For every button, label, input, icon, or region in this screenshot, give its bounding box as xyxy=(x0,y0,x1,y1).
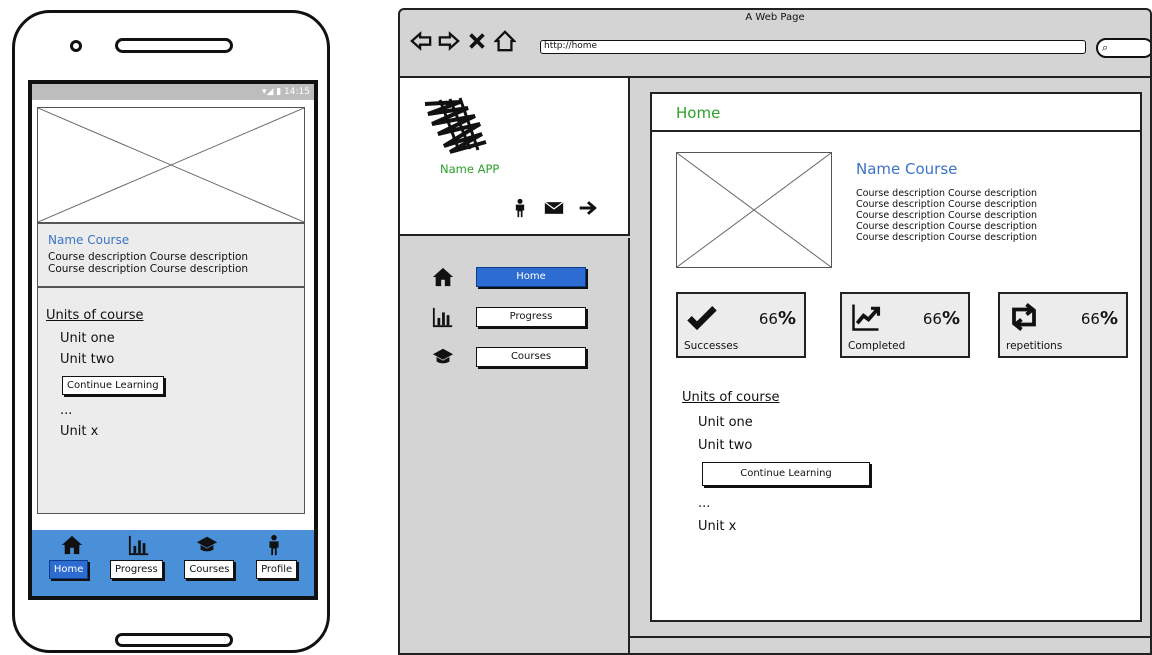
course-title[interactable]: Name Course xyxy=(48,233,294,247)
sidebar-item-progress[interactable]: Progress xyxy=(430,306,586,328)
course-description-line: Course description Course description xyxy=(856,188,1038,199)
continue-learning-button[interactable]: Continue Learning xyxy=(62,376,164,395)
status-bar: ▾◢ ▮ 14:15 xyxy=(32,84,314,100)
back-arrow-icon[interactable] xyxy=(410,30,432,52)
sidebar-courses-button[interactable]: Courses xyxy=(476,347,586,367)
unit-item[interactable]: Unit two xyxy=(60,352,296,367)
nav-courses-button[interactable]: Courses xyxy=(184,560,235,579)
person-icon[interactable] xyxy=(510,198,530,218)
person-icon[interactable] xyxy=(263,534,285,556)
course-image-placeholder xyxy=(37,107,305,223)
course-description-line: Course description Course description xyxy=(48,251,249,263)
search-button[interactable]: ⌕ xyxy=(1096,38,1150,58)
nav-progress-button[interactable]: Progress xyxy=(109,560,163,579)
sidebar-home-button[interactable]: Home xyxy=(476,267,586,287)
units-panel: Units of course Unit one Unit two Contin… xyxy=(37,287,305,514)
nav-home-button[interactable]: Home xyxy=(48,560,89,579)
retweet-icon xyxy=(1012,303,1036,331)
home-outline-icon[interactable] xyxy=(494,30,516,52)
phone-home-button xyxy=(115,633,233,647)
stat-value: 66% xyxy=(1080,308,1118,329)
checkmark-icon xyxy=(687,306,717,331)
bottom-navigation: Home Progress Courses Profile xyxy=(32,530,314,596)
browser-navigation xyxy=(410,30,516,52)
search-icon: ⌕ xyxy=(1102,41,1109,54)
footer-divider xyxy=(630,636,1150,638)
graduation-cap-icon[interactable] xyxy=(196,534,218,556)
close-icon[interactable] xyxy=(466,30,488,52)
stat-label: Completed xyxy=(848,340,906,352)
sidebar-item-courses[interactable]: Courses xyxy=(430,346,586,368)
unit-item[interactable]: Unit two xyxy=(698,438,870,453)
sidebar-header: Name APP xyxy=(400,78,630,236)
phone-camera xyxy=(70,40,82,52)
unit-item[interactable]: Unit x xyxy=(60,424,296,439)
stat-value: 66% xyxy=(922,308,960,329)
forward-arrow-icon[interactable] xyxy=(438,30,460,52)
unit-ellipsis: ... xyxy=(698,496,711,511)
logout-arrow-icon[interactable] xyxy=(578,198,598,218)
home-icon xyxy=(432,267,454,287)
course-description-line: Course description Course description xyxy=(856,221,1038,232)
home-icon[interactable] xyxy=(61,534,83,556)
unit-ellipsis: ... xyxy=(60,403,73,418)
unit-item[interactable]: Unit x xyxy=(698,519,870,534)
course-image-placeholder xyxy=(676,152,832,268)
page-title: Home xyxy=(652,94,1140,132)
bar-chart-icon xyxy=(432,307,453,328)
graduation-cap-icon xyxy=(432,348,454,364)
stat-card-repetitions: 66% repetitions xyxy=(998,292,1128,358)
stat-value: 66% xyxy=(758,308,796,329)
phone-screen: ▾◢ ▮ 14:15 Name Course Course descriptio… xyxy=(28,80,318,600)
stat-label: repetitions xyxy=(1006,340,1063,352)
sidebar-item-home[interactable]: Home xyxy=(430,266,586,288)
units-section: Units of course Unit one Unit two Contin… xyxy=(682,390,870,542)
main-content: Home Name Course Course description Cour… xyxy=(650,92,1142,622)
url-bar[interactable]: http://home xyxy=(540,40,1086,54)
browser-window: A Web Page http://home ⌕ Name APP Home P… xyxy=(398,8,1152,655)
nav-profile-button[interactable]: Profile xyxy=(256,560,298,579)
continue-learning-button[interactable]: Continue Learning xyxy=(702,462,870,486)
phone-speaker xyxy=(115,38,233,53)
sidebar-nav: Home Progress Courses xyxy=(400,238,630,653)
mail-icon[interactable] xyxy=(544,198,564,218)
course-title[interactable]: Name Course xyxy=(856,160,957,178)
course-description-line: Course description Course description xyxy=(48,263,249,275)
unit-item[interactable]: Unit one xyxy=(60,331,296,346)
stat-card-successes: 66% Successes xyxy=(676,292,806,358)
unit-item[interactable]: Unit one xyxy=(698,415,870,430)
sidebar-progress-button[interactable]: Progress xyxy=(476,307,586,327)
app-name: Name APP xyxy=(440,162,500,176)
stat-label: Successes xyxy=(684,340,739,352)
units-title[interactable]: Units of course xyxy=(46,308,296,323)
window-title: A Web Page xyxy=(745,12,805,23)
units-title[interactable]: Units of course xyxy=(682,390,870,405)
course-description: Course description Course description Co… xyxy=(856,188,1126,243)
stat-card-completed: 66% Completed xyxy=(840,292,970,358)
course-description-line: Course description Course description xyxy=(856,199,1038,210)
course-summary: Name Course Course description Course de… xyxy=(37,223,305,287)
course-description-line: Course description Course description xyxy=(856,210,1038,221)
logo-scribble xyxy=(424,97,487,154)
trending-up-icon xyxy=(852,304,881,331)
phone-mockup: ▾◢ ▮ 14:15 Name Course Course descriptio… xyxy=(12,10,330,653)
course-description-line: Course description Course description xyxy=(856,232,1038,243)
bar-chart-icon[interactable] xyxy=(128,534,150,556)
